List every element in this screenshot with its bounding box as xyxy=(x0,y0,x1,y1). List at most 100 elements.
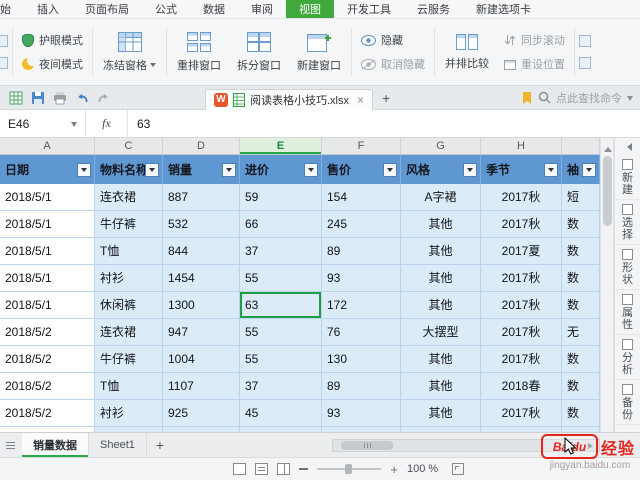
eye-protect-mode-button[interactable]: 护眼模式 xyxy=(22,32,83,48)
cell[interactable]: 172 xyxy=(322,292,401,319)
zoom-in-button[interactable]: + xyxy=(390,463,398,476)
normal-view-icon[interactable] xyxy=(233,463,247,475)
close-icon[interactable]: × xyxy=(357,93,364,107)
menu-tab-插入[interactable]: 插入 xyxy=(24,0,72,18)
filter-dropdown-button[interactable] xyxy=(383,162,397,177)
cell[interactable]: 短 xyxy=(562,184,600,211)
cell[interactable]: 2018/5/1 xyxy=(0,211,95,238)
rearrange-windows-button[interactable]: 重排窗口 xyxy=(169,19,229,85)
cell[interactable]: 衬衫 xyxy=(95,400,163,427)
sync-scroll-button[interactable]: 同步滚动 xyxy=(504,32,565,48)
side-panel-item-备份[interactable]: 备份 xyxy=(615,380,640,425)
cell[interactable]: 59 xyxy=(240,184,322,211)
new-workbook-icon[interactable] xyxy=(9,91,23,105)
menu-tab-云服务[interactable]: 云服务 xyxy=(404,0,463,18)
cell[interactable]: 其他 xyxy=(401,238,481,265)
cell[interactable]: 245 xyxy=(322,211,401,238)
column-header-clipped[interactable] xyxy=(562,138,600,154)
cell[interactable]: 2017秋 xyxy=(481,400,562,427)
zoom-level[interactable]: 100 % xyxy=(407,463,443,475)
column-header-G[interactable]: G xyxy=(401,138,481,154)
cell[interactable]: T恤 xyxy=(95,373,163,400)
table-header-cell[interactable]: 物料名称 xyxy=(95,155,163,184)
cell[interactable]: 130 xyxy=(322,346,401,373)
vertical-scrollbar-thumb[interactable] xyxy=(603,156,612,226)
cell[interactable]: 其他 xyxy=(401,211,481,238)
bookmark-icon[interactable] xyxy=(521,91,533,105)
sheet-tab-Sheet1[interactable]: Sheet1 xyxy=(89,433,147,457)
cell[interactable]: 1107 xyxy=(163,373,240,400)
undo-icon[interactable] xyxy=(75,91,89,105)
cell[interactable]: 其他 xyxy=(401,346,481,373)
cell[interactable]: 大摆型 xyxy=(401,319,481,346)
sheet-tab-销量数据[interactable]: 销量数据 xyxy=(22,433,89,457)
cell[interactable]: 牛仔裤 xyxy=(95,346,163,373)
table-header-cell[interactable]: 日期 xyxy=(0,155,95,184)
find-command-box[interactable]: 点此查找命令 xyxy=(521,90,640,106)
cell[interactable]: 牛仔裤 xyxy=(95,211,163,238)
page-layout-view-icon[interactable] xyxy=(255,463,269,475)
cell[interactable]: 2017秋 xyxy=(481,292,562,319)
cell[interactable]: 89 xyxy=(322,373,401,400)
filter-dropdown-button[interactable] xyxy=(145,162,159,177)
cell[interactable]: 休闲裤 xyxy=(95,292,163,319)
night-mode-button[interactable]: 夜间模式 xyxy=(22,56,83,72)
menu-tab-开始[interactable]: 开始 xyxy=(0,0,24,18)
fullscreen-icon[interactable] xyxy=(452,463,464,475)
cell[interactable]: 2017秋 xyxy=(481,319,562,346)
freeze-panes-button[interactable]: 冻结窗格 xyxy=(95,19,164,85)
cell[interactable]: 2018/5/1 xyxy=(0,238,95,265)
filter-dropdown-button[interactable] xyxy=(544,162,558,177)
cell[interactable]: 数 xyxy=(562,400,600,427)
zoom-slider-thumb[interactable] xyxy=(345,464,353,474)
name-box[interactable]: E46 xyxy=(0,110,86,137)
cell[interactable]: 2017秋 xyxy=(481,211,562,238)
table-header-cell[interactable]: 季节 xyxy=(481,155,562,184)
cell[interactable]: T恤 xyxy=(95,238,163,265)
hide-button[interactable]: 隐藏 xyxy=(361,32,425,48)
column-header-A[interactable]: A xyxy=(0,138,95,154)
side-panel-item-新建[interactable]: 新建 xyxy=(615,155,640,200)
chevron-down-icon[interactable] xyxy=(71,122,77,130)
cell[interactable]: 2018/5/1 xyxy=(0,184,95,211)
cell[interactable]: 45 xyxy=(240,400,322,427)
table-header-cell[interactable]: 销量 xyxy=(163,155,240,184)
cell[interactable]: 37 xyxy=(240,238,322,265)
cell[interactable]: 其他 xyxy=(401,400,481,427)
filter-dropdown-button[interactable] xyxy=(463,162,477,177)
zoom-out-button[interactable] xyxy=(299,468,309,470)
cell[interactable]: 947 xyxy=(163,319,240,346)
cell[interactable]: A字裙 xyxy=(401,184,481,211)
cell[interactable]: 2017秋 xyxy=(481,184,562,211)
menu-tab-开发工具[interactable]: 开发工具 xyxy=(334,0,404,18)
menu-tab-公式[interactable]: 公式 xyxy=(142,0,190,18)
cell[interactable]: 2018春 xyxy=(481,373,562,400)
cell[interactable]: 数 xyxy=(562,292,600,319)
add-sheet-button[interactable]: + xyxy=(147,437,173,453)
cell[interactable]: 2018/5/2 xyxy=(0,400,95,427)
cell[interactable]: 37 xyxy=(240,373,322,400)
table-header-cell[interactable]: 风格 xyxy=(401,155,481,184)
cell[interactable]: 其他 xyxy=(401,292,481,319)
column-header-C[interactable]: C xyxy=(95,138,163,154)
cell[interactable]: 925 xyxy=(163,400,240,427)
cell[interactable]: 无 xyxy=(562,319,600,346)
reset-position-button[interactable]: 重设位置 xyxy=(504,56,565,72)
scroll-up-arrow-icon[interactable] xyxy=(604,143,612,152)
save-icon[interactable] xyxy=(31,91,45,105)
filter-dropdown-button[interactable] xyxy=(222,162,236,177)
menu-tab-视图[interactable]: 视图 xyxy=(286,0,334,18)
cell[interactable]: 1004 xyxy=(163,346,240,373)
new-window-button[interactable]: 新建窗口 xyxy=(289,19,349,85)
menu-tab-数据[interactable]: 数据 xyxy=(190,0,238,18)
table-header-cell[interactable]: 进价 xyxy=(240,155,322,184)
cell[interactable]: 887 xyxy=(163,184,240,211)
cell[interactable]: 89 xyxy=(322,238,401,265)
cell[interactable]: 1454 xyxy=(163,265,240,292)
vertical-scrollbar[interactable] xyxy=(600,138,614,432)
formula-input[interactable]: 63 xyxy=(128,110,640,137)
cell[interactable]: 2018/5/1 xyxy=(0,265,95,292)
cell[interactable]: 2018/5/1 xyxy=(0,292,95,319)
cell[interactable]: 55 xyxy=(240,319,322,346)
cell[interactable]: 数 xyxy=(562,373,600,400)
